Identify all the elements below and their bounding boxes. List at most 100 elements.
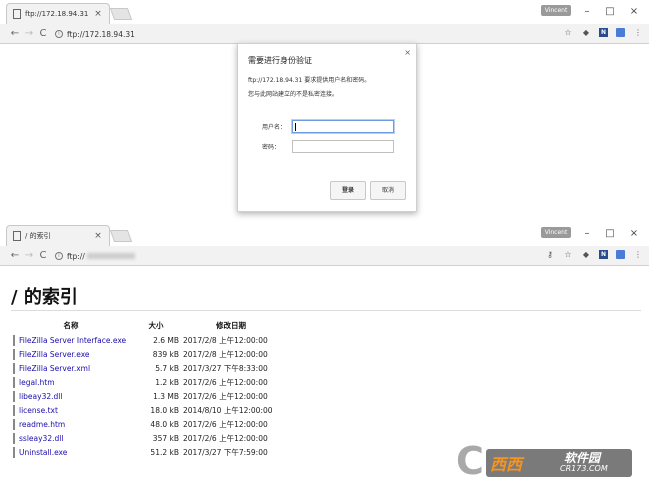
file-name-cell: license.txt (13, 404, 129, 416)
profile-badge[interactable]: Vincent (541, 227, 571, 238)
close-window-button[interactable]: × (627, 6, 641, 17)
page-title: / 的索引 (11, 287, 78, 308)
back-icon[interactable]: ← (8, 250, 22, 261)
profile-badge[interactable]: Vincent (541, 5, 571, 16)
browser-tab[interactable]: ftp://172.18.94.31 × (6, 3, 110, 24)
star-icon[interactable]: ☆ (563, 250, 573, 259)
column-header-date[interactable]: 修改日期 (181, 320, 281, 333)
file-size: 357 kB (152, 433, 179, 443)
cancel-button[interactable]: 取消 (370, 181, 406, 200)
file-icon (13, 446, 15, 458)
extension-translate-icon[interactable] (616, 250, 625, 259)
password-field[interactable] (292, 140, 394, 153)
extension-n-icon[interactable]: N (599, 28, 608, 37)
file-date: 2017/3/27 下午8:33:00 (183, 363, 268, 373)
minimize-button[interactable]: – (580, 6, 594, 17)
file-date: 2017/2/8 上午12:00:00 (183, 349, 268, 359)
file-link[interactable]: ssleay32.dll (19, 434, 63, 443)
file-link[interactable]: license.txt (19, 406, 58, 415)
file-size: 839 kB (152, 349, 179, 359)
file-date: 2017/2/8 上午12:00:00 (183, 335, 268, 345)
file-icon (13, 390, 15, 402)
table-row: FileZilla Server.exe 839 kB 2017/2/8 上午12:… (11, 347, 281, 361)
file-icon (13, 362, 15, 374)
extension-translate-icon[interactable] (616, 28, 625, 37)
file-link[interactable]: readme.htm (19, 420, 65, 429)
file-name-cell: ssleay32.dll (13, 432, 129, 444)
username-label: 用户名： (262, 124, 287, 131)
divider (11, 310, 641, 311)
table-row: readme.htm 48.0 kB 2017/2/6 上午12:00:00 (11, 417, 281, 431)
column-header-size[interactable]: 大小 (131, 320, 181, 333)
url-text[interactable]: ftp://172.18.94.31 (67, 30, 135, 39)
file-table: 名称 大小 修改日期 FileZilla Server Interface.ex… (11, 320, 281, 459)
toolbar-actions: ☆ ◆ N ⋮ (563, 28, 643, 37)
title-bar: / 的索引 × Vincent – □ × (0, 222, 649, 246)
file-name-cell: FileZilla Server.exe (13, 348, 129, 360)
login-button[interactable]: 登录 (330, 181, 366, 200)
url-text[interactable]: ftp:// (67, 252, 85, 261)
dialog-close-icon[interactable]: × (404, 48, 411, 57)
toolbar-actions: ⚷ ☆ ◆ N ⋮ (545, 250, 643, 259)
minimize-button[interactable]: – (580, 228, 594, 239)
file-date: 2017/2/6 上午12:00:00 (183, 391, 268, 401)
menu-icon[interactable]: ⋮ (633, 250, 643, 259)
file-date: 2017/3/27 下午7:59:00 (183, 447, 268, 457)
file-icon (13, 418, 15, 430)
menu-icon[interactable]: ⋮ (633, 28, 643, 37)
extension-icon[interactable]: ◆ (581, 250, 591, 259)
key-icon[interactable]: ⚷ (545, 250, 555, 259)
extension-n-icon[interactable]: N (599, 250, 608, 259)
file-icon (13, 334, 15, 346)
back-icon[interactable]: ← (8, 28, 22, 39)
maximize-button[interactable]: □ (603, 6, 617, 17)
file-link[interactable]: FileZilla Server.xml (19, 364, 90, 373)
browser-tab[interactable]: / 的索引 × (6, 225, 110, 246)
forward-icon[interactable]: → (22, 250, 36, 261)
watermark-c-mark: C (456, 439, 484, 483)
dialog-warning: 您与此网站建立的不是私密连接。 (248, 91, 339, 98)
password-label: 密码： (262, 144, 281, 151)
watermark-url: CR173.COM (560, 464, 608, 473)
table-row: FileZilla Server.xml 5.7 kB 2017/3/27 下午8:… (11, 361, 281, 375)
column-header-name[interactable]: 名称 (11, 320, 131, 333)
forward-icon[interactable]: → (22, 28, 36, 39)
file-link[interactable]: Uninstall.exe (19, 448, 67, 457)
table-row: FileZilla Server Interface.exe 2.6 MB 2017… (11, 333, 281, 347)
browser-toolbar: ← → C i ftp://172.18.94.31 ☆ ◆ N ⋮ (0, 24, 649, 44)
new-tab-button[interactable] (109, 8, 133, 20)
info-icon[interactable]: i (55, 30, 63, 38)
file-link[interactable]: legal.htm (19, 378, 55, 387)
new-tab-button[interactable] (109, 230, 133, 242)
reload-icon[interactable]: C (36, 28, 50, 39)
extension-icon[interactable]: ◆ (581, 28, 591, 37)
close-window-button[interactable]: × (627, 228, 641, 239)
file-link[interactable]: libeay32.dll (19, 392, 62, 401)
page-icon (13, 9, 21, 19)
table-row: Uninstall.exe 51.2 kB 2017/3/27 下午7:59:00 (11, 445, 281, 459)
file-icon (13, 376, 15, 388)
file-size: 48.0 kB (150, 419, 179, 429)
info-icon[interactable]: i (55, 252, 63, 260)
file-size: 1.3 MB (153, 391, 179, 401)
file-link[interactable]: FileZilla Server Interface.exe (19, 336, 126, 345)
address-bar[interactable]: i ftp:// (55, 249, 589, 263)
tab-close-icon[interactable]: × (93, 231, 103, 241)
username-field[interactable] (292, 120, 394, 133)
tab-close-icon[interactable]: × (93, 9, 103, 19)
star-icon[interactable]: ☆ (563, 28, 573, 37)
maximize-button[interactable]: □ (603, 228, 617, 239)
table-row: libeay32.dll 1.3 MB 2017/2/6 上午12:00:00 (11, 389, 281, 403)
browser-toolbar: ← → C i ftp:// ⚷ ☆ ◆ N ⋮ (0, 246, 649, 266)
address-bar[interactable]: i ftp://172.18.94.31 (55, 27, 589, 41)
reload-icon[interactable]: C (36, 250, 50, 261)
file-link[interactable]: FileZilla Server.exe (19, 350, 90, 359)
file-name-cell: libeay32.dll (13, 390, 129, 402)
watermark-logo: 西西 软件园 CR173.COM C (456, 440, 632, 482)
file-size: 2.6 MB (153, 335, 179, 345)
file-size: 51.2 kB (150, 447, 179, 457)
file-icon (13, 404, 15, 416)
watermark-banner: 西西 软件园 CR173.COM (486, 449, 632, 477)
dialog-message: ftp://172.18.94.31 要求提供用户名和密码。 (248, 77, 371, 84)
password-row: 密码： (262, 140, 394, 153)
